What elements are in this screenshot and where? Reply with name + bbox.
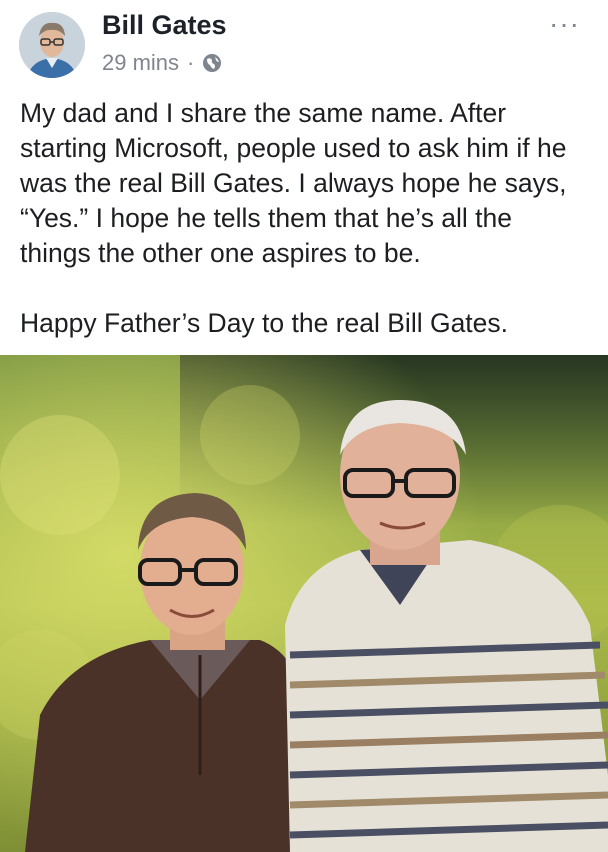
post-meta: 29 mins ·	[102, 50, 222, 76]
post-paragraph: Happy Father’s Day to the real Bill Gate…	[20, 308, 509, 338]
post-timestamp[interactable]: 29 mins	[102, 50, 179, 76]
globe-icon	[202, 53, 222, 73]
author-name[interactable]: Bill Gates	[102, 10, 227, 41]
post-photo[interactable]	[0, 355, 608, 852]
post-header: Bill Gates 29 mins · ···	[0, 0, 608, 90]
post-paragraph: My dad and I share the same name. After …	[20, 98, 567, 268]
more-options-icon[interactable]: ···	[549, 8, 580, 40]
author-avatar[interactable]	[19, 12, 85, 78]
meta-separator: ·	[187, 50, 195, 75]
post-body: My dad and I share the same name. After …	[20, 96, 590, 341]
